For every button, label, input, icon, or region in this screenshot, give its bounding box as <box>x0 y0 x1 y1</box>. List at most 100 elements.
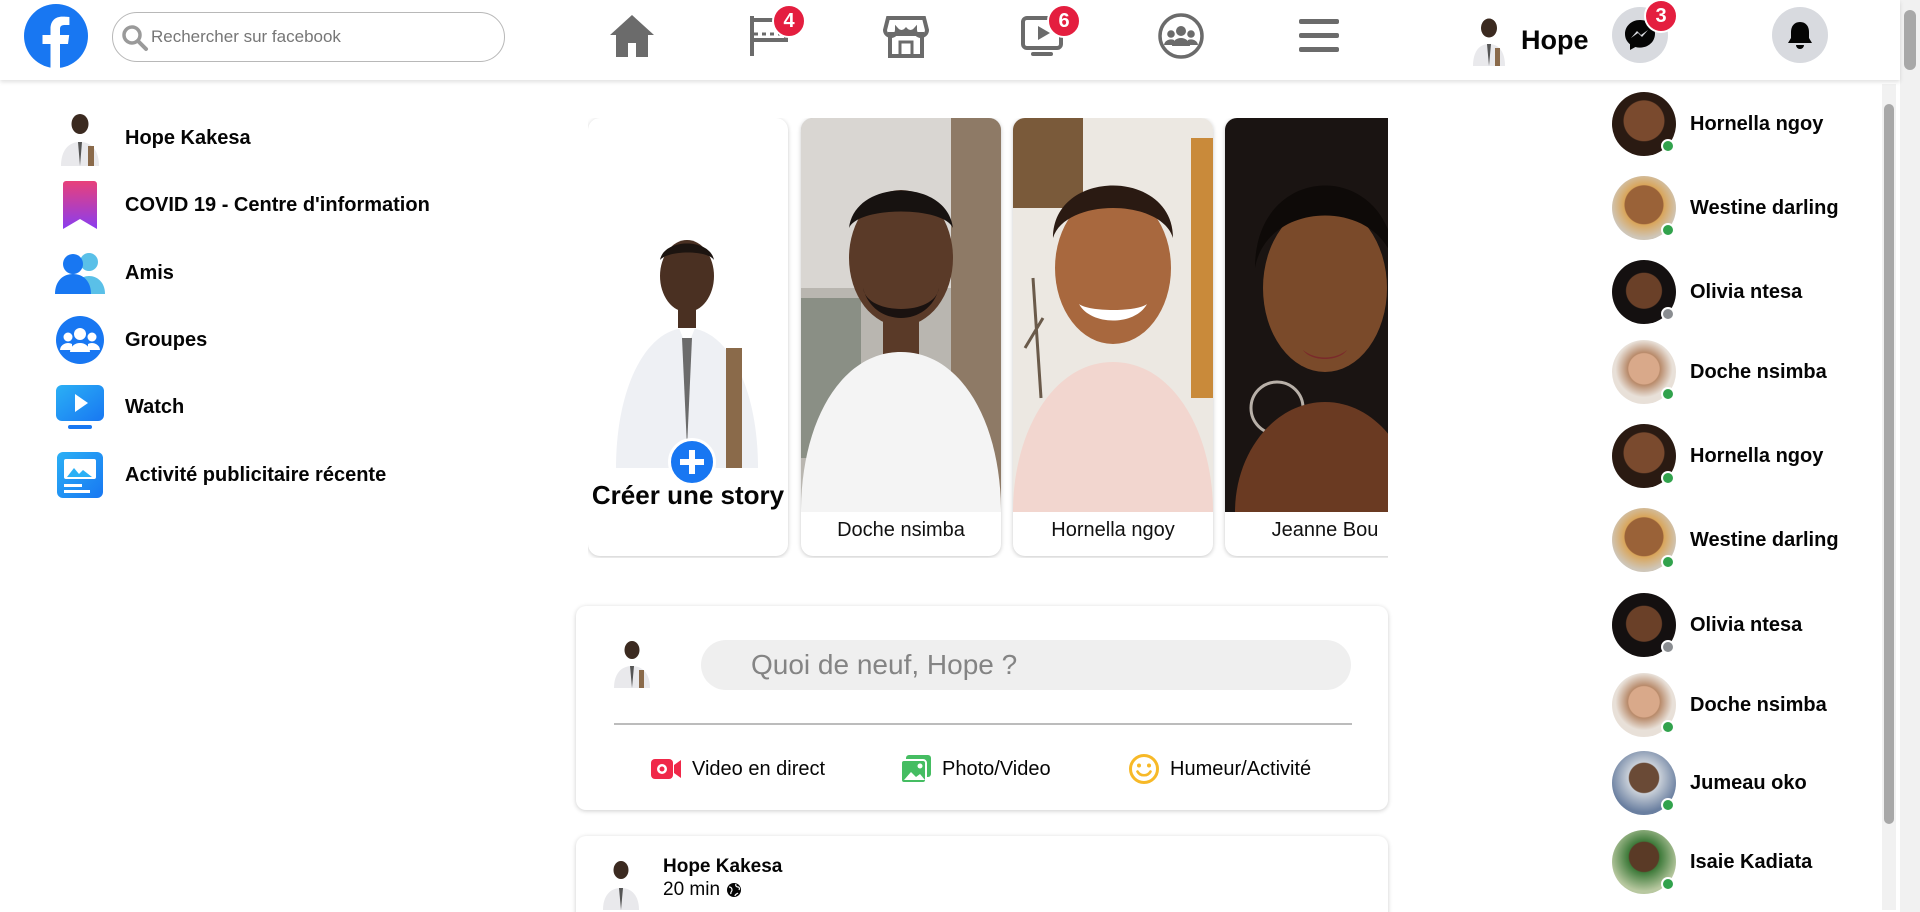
feeling-activity-button[interactable]: Humeur/Activité <box>1126 746 1311 792</box>
contacts-list: Hornella ngoy Westine darling Olivia nte… <box>1612 84 1882 912</box>
avatar <box>606 636 658 688</box>
create-story-photo <box>616 198 758 468</box>
contact-item[interactable]: Olivia ntesa <box>1612 589 1882 661</box>
contact-name: Olivia ntesa <box>1690 280 1803 303</box>
contact-item[interactable]: Olivia ntesa <box>1612 256 1882 328</box>
nav-marketplace[interactable] <box>870 4 942 68</box>
offline-status-icon <box>1661 640 1675 654</box>
avatar[interactable] <box>596 856 646 910</box>
groups-nav-icon <box>1158 13 1204 59</box>
online-status-icon <box>1661 877 1675 891</box>
contact-name: Westine darling <box>1690 196 1839 219</box>
contact-name: Jumeau oko <box>1690 771 1807 794</box>
sidebar-item-label: Groupes <box>125 328 208 351</box>
avatar <box>1612 92 1676 156</box>
sidebar-item-label: COVID 19 - Centre d'information <box>125 193 430 216</box>
profile-chip[interactable]: Hope <box>1465 14 1589 66</box>
contacts-scrollbar[interactable] <box>1882 84 1896 910</box>
contact-item[interactable]: Isaie Kadiata <box>1612 826 1882 898</box>
sidebar-item-profile[interactable]: Hope Kakesa <box>50 108 510 168</box>
post-timestamp[interactable]: 20 min <box>663 879 742 901</box>
online-status-icon <box>1661 387 1675 401</box>
facebook-logo-icon[interactable] <box>24 4 88 68</box>
contact-name: Isaie Kadiata <box>1690 850 1813 873</box>
photo-video-button[interactable]: Photo/Video <box>898 746 1051 792</box>
photo-icon <box>898 751 934 787</box>
sidebar-item-label: Watch <box>125 395 185 418</box>
top-navigation-bar: 4 6 <box>0 0 1900 80</box>
profile-avatar <box>50 108 110 168</box>
live-video-button[interactable]: Video en direct <box>648 746 825 792</box>
contact-item[interactable]: Westine darling <box>1612 172 1882 244</box>
online-status-icon <box>1661 471 1675 485</box>
smiley-icon <box>1126 751 1162 787</box>
plus-icon <box>680 450 704 474</box>
contact-name: Hornella ngoy <box>1690 112 1824 135</box>
hamburger-menu-icon <box>1299 19 1339 52</box>
nav-pages[interactable]: 4 <box>734 4 806 68</box>
messenger-badge: 3 <box>1644 0 1678 33</box>
contact-item[interactable]: Jumeau oko <box>1612 747 1882 819</box>
avatar <box>1612 424 1676 488</box>
contacts-scrollbar-thumb[interactable] <box>1884 104 1894 824</box>
sidebar-item-covid[interactable]: COVID 19 - Centre d'information <box>50 175 510 235</box>
nav-watch[interactable]: 6 <box>1007 4 1081 68</box>
search-icon <box>122 25 148 51</box>
watch-badge: 6 <box>1047 4 1081 38</box>
sidebar-item-ad-activity[interactable]: Activité publicitaire récente <box>50 445 510 505</box>
online-status-icon <box>1661 555 1675 569</box>
sidebar-item-groups[interactable]: Groupes <box>50 310 510 370</box>
story-card[interactable]: Doche nsimba <box>801 118 1001 556</box>
contact-item[interactable]: Hornella ngoy <box>1612 88 1882 160</box>
contact-name: Doche nsimba <box>1690 693 1827 716</box>
nav-groups[interactable] <box>1145 4 1217 68</box>
feeling-activity-label: Humeur/Activité <box>1170 757 1312 780</box>
live-video-icon <box>648 751 684 787</box>
sidebar-item-label: Hope Kakesa <box>125 126 251 149</box>
ad-activity-icon <box>50 445 110 505</box>
online-status-icon <box>1661 798 1675 812</box>
page-scrollbar[interactable] <box>1900 0 1920 912</box>
watch-icon <box>50 377 110 437</box>
sidebar-item-watch[interactable]: Watch <box>50 377 510 437</box>
page-scrollbar-thumb[interactable] <box>1904 10 1916 70</box>
stories-tray: Créer une story Doche nsimba Hornella ng… <box>588 118 1388 558</box>
contact-item[interactable]: Doche nsimba <box>1612 336 1882 408</box>
create-story-card[interactable]: Créer une story <box>588 118 788 556</box>
search-box[interactable] <box>112 12 505 62</box>
story-photo <box>1013 118 1213 512</box>
sidebar-item-label: Activité publicitaire récente <box>125 463 387 486</box>
contact-item[interactable]: Doche nsimba <box>1612 669 1882 741</box>
online-status-icon <box>1661 720 1675 734</box>
avatar <box>1612 593 1676 657</box>
photo-video-label: Photo/Video <box>942 757 1051 780</box>
avatar <box>1612 751 1676 815</box>
search-input[interactable] <box>151 23 491 51</box>
story-card[interactable]: Jeanne Bou <box>1225 118 1388 556</box>
story-name: Hornella ngoy <box>1051 519 1175 541</box>
sidebar-item-label: Amis <box>125 261 174 284</box>
avatar <box>1612 508 1676 572</box>
story-name: Jeanne Bou <box>1271 519 1379 541</box>
avatar <box>1612 673 1676 737</box>
nav-home[interactable] <box>596 4 668 68</box>
notifications-button[interactable] <box>1772 7 1828 63</box>
story-photo <box>1225 118 1388 512</box>
friends-icon <box>50 243 110 303</box>
contact-item[interactable]: Hornella ngoy <box>1612 420 1882 492</box>
groups-icon <box>50 310 110 370</box>
contact-item[interactable]: Westine darling <box>1612 504 1882 576</box>
add-story-button[interactable] <box>668 438 716 486</box>
messenger-button[interactable]: 3 <box>1612 0 1678 63</box>
nav-menu[interactable] <box>1283 4 1355 68</box>
offline-status-icon <box>1661 307 1675 321</box>
live-video-label: Video en direct <box>692 757 826 780</box>
contact-name: Hornella ngoy <box>1690 444 1824 467</box>
post-author[interactable]: Hope Kakesa <box>663 856 782 878</box>
sidebar-item-friends[interactable]: Amis <box>50 243 510 303</box>
story-card[interactable]: Hornella ngoy <box>1013 118 1213 556</box>
marketplace-icon <box>882 16 930 58</box>
avatar <box>1612 340 1676 404</box>
contact-name: Westine darling <box>1690 528 1839 551</box>
composer-input[interactable] <box>701 640 1351 690</box>
